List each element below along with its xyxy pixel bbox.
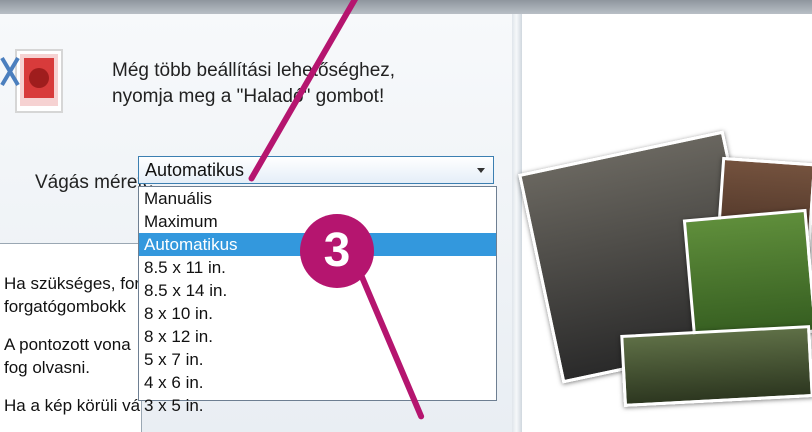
callout-badge: 3 bbox=[300, 214, 374, 288]
description-box: Ha szükséges, for forgatógombokk A ponto… bbox=[0, 243, 142, 432]
option-3x5[interactable]: 3 x 5 in. bbox=[139, 394, 496, 417]
description-line: A pontozott vona bbox=[4, 335, 131, 354]
stamp-crop-icon bbox=[0, 49, 63, 113]
top-toolbar-strip bbox=[0, 0, 812, 14]
hint-line-1: Még több beállítási lehetőséghez, bbox=[112, 60, 396, 81]
option-5x7[interactable]: 5 x 7 in. bbox=[139, 348, 496, 371]
description-line: Ha a kép körüli vá bbox=[4, 396, 141, 415]
description-line: forgatógombokk bbox=[4, 297, 126, 316]
hint-line-2: nyomja meg a "Haladó" gombot! bbox=[112, 86, 385, 107]
option-8x12[interactable]: 8 x 12 in. bbox=[139, 325, 496, 348]
option-8x10[interactable]: 8 x 10 in. bbox=[139, 302, 496, 325]
advanced-hint-text: Még több beállítási lehetőséghez, nyomja… bbox=[112, 58, 395, 110]
option-4x6[interactable]: 4 x 6 in. bbox=[139, 371, 496, 394]
description-line: Ha szükséges, for bbox=[4, 274, 141, 293]
photo-children bbox=[682, 208, 812, 344]
crop-size-selected-value: Automatikus bbox=[145, 160, 245, 180]
crop-size-dropdown[interactable]: Automatikus bbox=[138, 156, 494, 184]
panel-divider[interactable] bbox=[512, 14, 522, 432]
description-line: fog olvasni. bbox=[4, 358, 90, 377]
photo-dog bbox=[620, 325, 812, 407]
photo-collage bbox=[518, 130, 812, 407]
option-manual[interactable]: Manuális bbox=[139, 187, 496, 210]
chevron-down-icon[interactable] bbox=[477, 168, 485, 173]
